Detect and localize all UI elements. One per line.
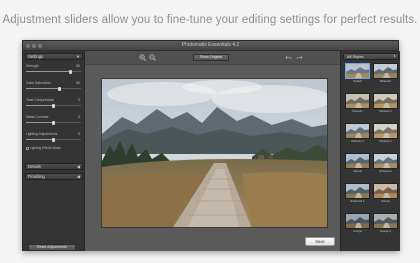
style-preview-image bbox=[345, 183, 370, 199]
expand-triangle-icon: ◀ bbox=[76, 164, 80, 169]
style-thumbnail-label: Surreal bbox=[381, 200, 390, 203]
settings-header-label: Settings bbox=[28, 54, 44, 59]
style-thumbnail-label: Painterly 4 bbox=[379, 140, 392, 143]
styles-panel: All Styles ⇕ Default Balanced Painterly Pai… bbox=[340, 51, 400, 251]
zoom-out-icon[interactable] bbox=[149, 54, 156, 61]
slider-knob[interactable] bbox=[52, 103, 55, 108]
expand-triangle-icon: ◀ bbox=[76, 174, 80, 179]
style-thumbnail[interactable]: Grunge bbox=[345, 213, 370, 234]
settings-section-header[interactable]: Settings ▼ bbox=[25, 53, 83, 60]
slider-value-tone-compression: 0 bbox=[78, 98, 80, 102]
slider-value-strength: 80 bbox=[76, 64, 80, 68]
save-button[interactable]: Save bbox=[305, 237, 335, 246]
style-preview-image bbox=[373, 213, 398, 229]
style-thumbnail-label: Painterly 3 bbox=[351, 140, 364, 143]
adjustments-panel: Settings ▼ Strength 80 Color Saturation … bbox=[23, 51, 85, 251]
finishing-section-header[interactable]: Finishing ◀ bbox=[25, 173, 83, 180]
redo-icon[interactable] bbox=[296, 54, 303, 61]
style-thumbnail-label: Default bbox=[353, 80, 362, 83]
style-thumbnail-label: Enhanced bbox=[379, 170, 392, 173]
slider-fill bbox=[26, 122, 54, 123]
slider-fill bbox=[26, 71, 70, 72]
lighting-effects-option[interactable]: Lighting Effects Mode bbox=[26, 146, 61, 150]
style-preview-image bbox=[373, 63, 398, 79]
style-thumbnail[interactable]: Painterly 3 bbox=[345, 123, 370, 144]
lighting-adjustments-slider[interactable] bbox=[26, 137, 81, 142]
window-title: Photomatix Essentials 4.2 bbox=[181, 42, 240, 48]
title-bar: Photomatix Essentials 4.2 bbox=[23, 41, 398, 51]
style-preview-image bbox=[373, 183, 398, 199]
style-preview-image bbox=[345, 153, 370, 169]
color-saturation-slider[interactable] bbox=[26, 86, 81, 91]
style-thumbnail[interactable]: Painterly 4 bbox=[373, 123, 398, 144]
style-thumbnail-label: Grunge bbox=[353, 230, 362, 233]
detail-contrast-slider[interactable] bbox=[26, 120, 81, 125]
style-preview-image bbox=[345, 213, 370, 229]
styles-filter-dropdown[interactable]: All Styles ⇕ bbox=[343, 53, 399, 60]
details-section-header[interactable]: Details ◀ bbox=[25, 163, 83, 170]
style-thumbnail-label: Balanced bbox=[380, 80, 391, 83]
slider-knob[interactable] bbox=[57, 86, 61, 91]
slider-fill bbox=[26, 105, 54, 106]
style-thumbnail[interactable]: Painterly 2 bbox=[373, 93, 398, 114]
strength-slider[interactable] bbox=[26, 69, 81, 74]
show-original-button[interactable]: Show Original bbox=[193, 54, 229, 61]
slider-knob[interactable] bbox=[52, 120, 55, 125]
app-window: Photomatix Essentials 4.2 Settings ▼ Str… bbox=[22, 40, 400, 251]
slider-value-detail-contrast: 0 bbox=[78, 115, 80, 119]
style-preview-image bbox=[373, 123, 398, 139]
slider-fill bbox=[26, 139, 54, 140]
zoom-in-icon[interactable] bbox=[139, 54, 146, 61]
style-thumbnail[interactable]: Grunge 2 bbox=[373, 213, 398, 234]
style-thumbnail-label: Enhanced 2 bbox=[350, 200, 365, 203]
image-viewport: Show Original Save bbox=[85, 51, 340, 251]
slider-label-tone-compression: Tone Compression bbox=[26, 98, 55, 102]
style-preview-image bbox=[373, 93, 398, 109]
collapse-triangle-icon: ▼ bbox=[76, 54, 80, 59]
style-thumbnail[interactable]: Surreal bbox=[373, 183, 398, 204]
style-thumbnail[interactable]: Balanced bbox=[373, 63, 398, 84]
style-thumbnail[interactable]: Painterly bbox=[345, 93, 370, 114]
slider-label-color-saturation: Color Saturation bbox=[26, 81, 51, 85]
slider-knob[interactable] bbox=[52, 137, 55, 142]
marketing-caption: Adjustment sliders allow you to fine-tun… bbox=[2, 14, 418, 26]
tone-compression-slider[interactable] bbox=[26, 103, 81, 108]
slider-fill bbox=[26, 88, 59, 89]
slider-value-color-saturation: 60 bbox=[76, 81, 80, 85]
style-thumbnail[interactable]: Enhanced 2 bbox=[345, 183, 370, 204]
undo-icon[interactable] bbox=[285, 54, 292, 61]
style-thumbnail[interactable]: Default bbox=[345, 63, 370, 84]
mountain-path-photo bbox=[101, 78, 328, 228]
lighting-effects-checkbox[interactable] bbox=[26, 146, 29, 150]
checkbox-label: Lighting Effects Mode bbox=[30, 146, 61, 150]
reset-adjustments-button[interactable]: Reset Adjustments bbox=[28, 244, 76, 251]
main-toolbar: Show Original bbox=[85, 51, 340, 65]
style-thumbnail-label: Painterly 2 bbox=[379, 110, 392, 113]
styles-filter-value: All Styles bbox=[347, 54, 364, 59]
style-thumbnail-label: Grunge 2 bbox=[380, 230, 391, 233]
style-preview-image bbox=[373, 153, 398, 169]
style-preview-image bbox=[345, 63, 370, 79]
details-header-label: Details bbox=[28, 164, 41, 169]
style-thumbnail-label: Natural bbox=[353, 170, 362, 173]
style-preview-image bbox=[345, 93, 370, 109]
slider-label-detail-contrast: Detail Contrast bbox=[26, 115, 49, 119]
finishing-header-label: Finishing bbox=[28, 174, 45, 179]
style-thumbnail[interactable]: Natural bbox=[345, 153, 370, 174]
slider-label-lighting-adjustments: Lighting Adjustments bbox=[26, 132, 58, 136]
slider-label-strength: Strength bbox=[26, 64, 39, 68]
slider-value-lighting-adjustments: 0 bbox=[78, 132, 80, 136]
style-thumbnail-label: Painterly bbox=[352, 110, 363, 113]
slider-knob[interactable] bbox=[68, 69, 72, 74]
style-thumbnail[interactable]: Enhanced bbox=[373, 153, 398, 174]
dropdown-chevron-icon: ⇕ bbox=[393, 54, 396, 58]
style-preview-image bbox=[345, 123, 370, 139]
